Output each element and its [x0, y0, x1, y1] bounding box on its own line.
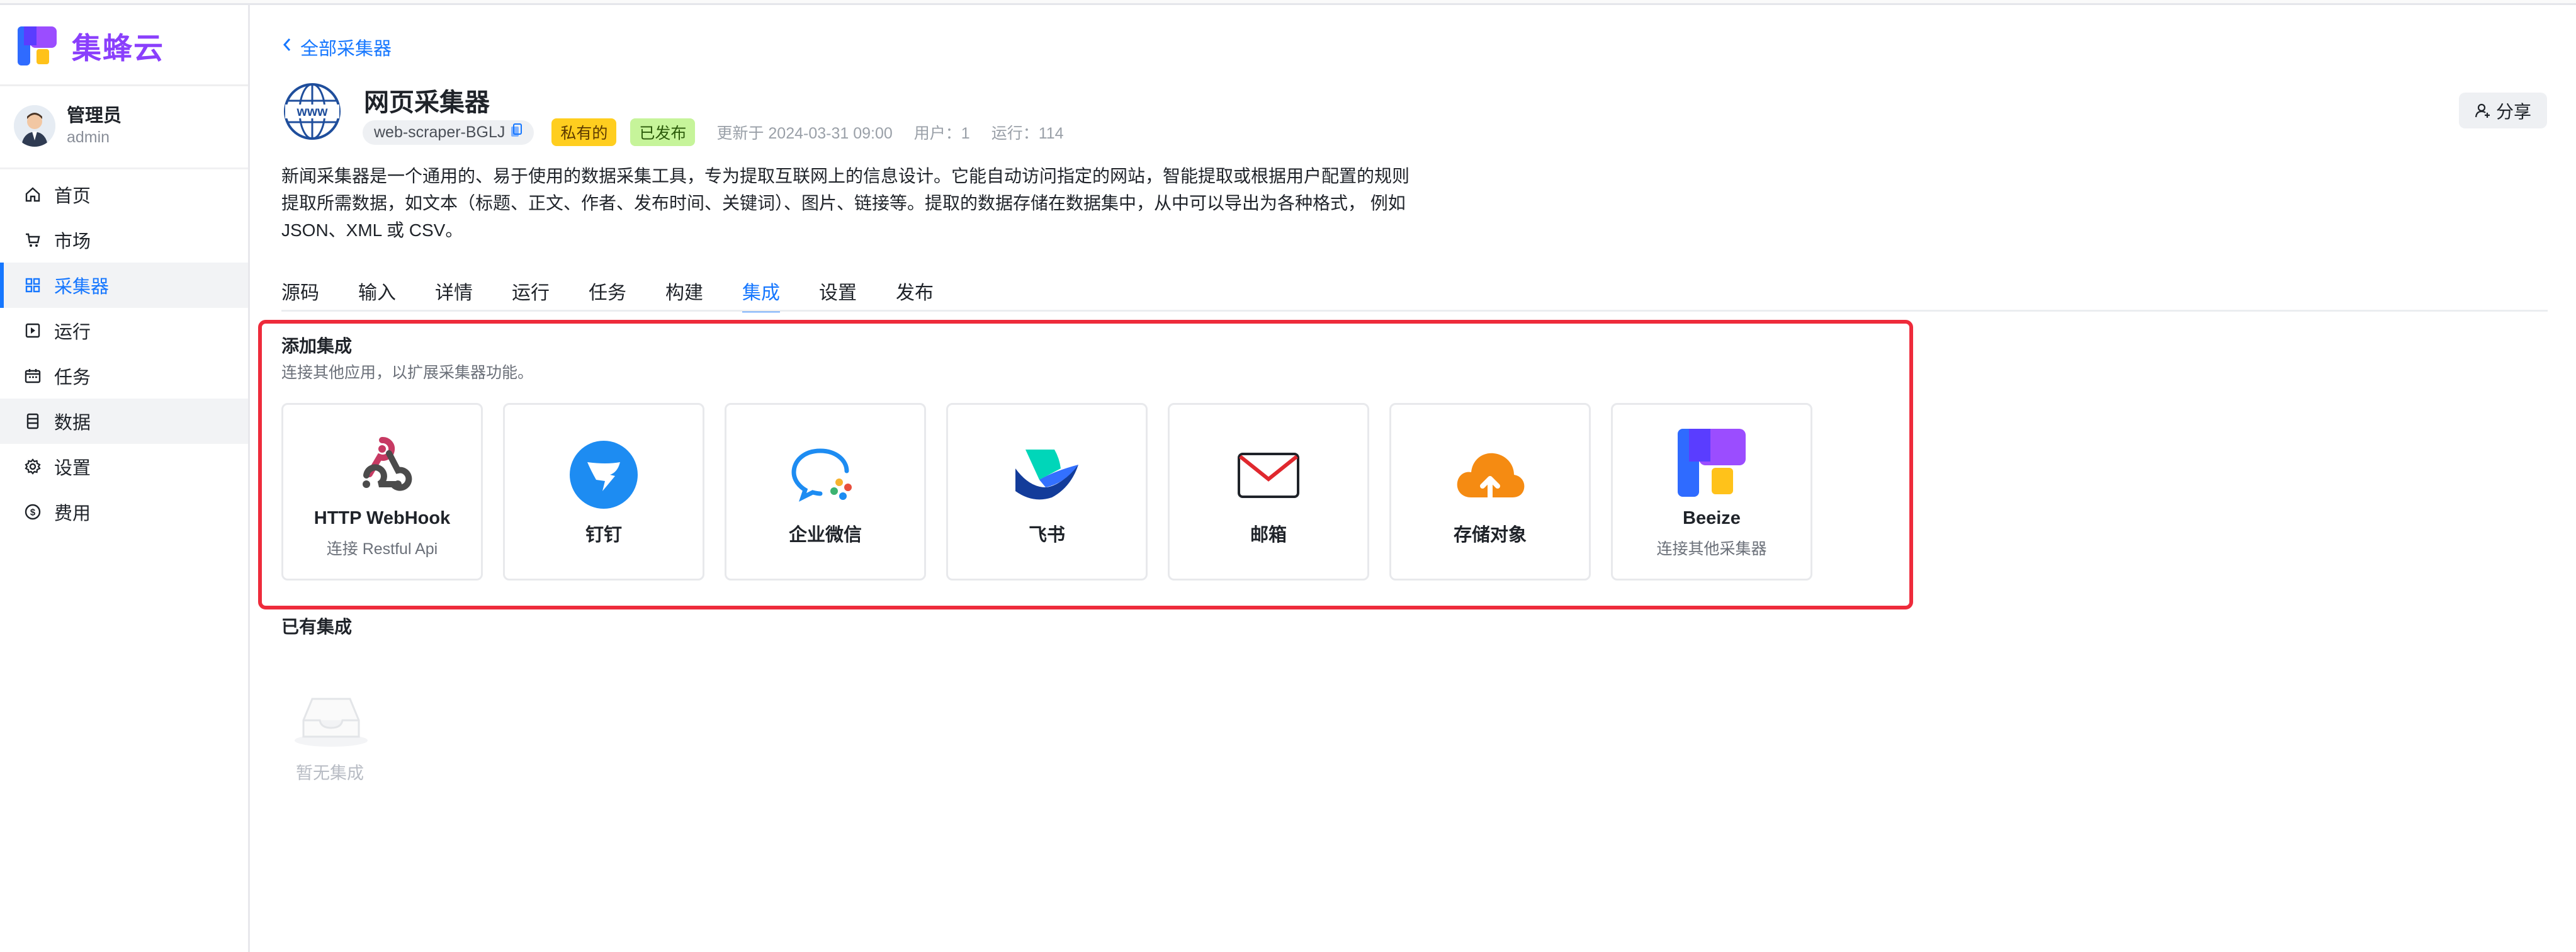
integration-card-mail[interactable]: 邮箱 [1168, 403, 1369, 581]
integration-name: Beeize [1683, 507, 1741, 528]
page-title: 网页采集器 [364, 89, 490, 116]
scraper-id: web-scraper-BGLJ [374, 123, 506, 141]
integration-name: 飞书 [1028, 525, 1065, 545]
sidebar-item-scrapers[interactable]: 采集器 [0, 263, 248, 308]
updated-time: 更新于 2024-03-31 09:00 [716, 125, 893, 142]
sidebar-item-market[interactable]: 市场 [0, 217, 248, 263]
scraper-description: 新闻采集器是一个通用的、易于使用的数据采集工具，专为提取互联网上的信息设计。它能… [281, 166, 1410, 240]
feishu-icon [1015, 450, 1078, 500]
existing-integrations-title: 已有集成 [281, 617, 353, 637]
copy-icon[interactable] [510, 123, 523, 142]
grid-icon [23, 275, 43, 295]
add-integration-title: 添加集成 [281, 336, 353, 356]
divider [0, 167, 248, 169]
integration-card-feishu[interactable]: 飞书 [946, 403, 1148, 581]
sidebar-item-label: 运行 [54, 322, 91, 343]
add-integration-subtitle: 连接其他应用，以扩展采集器功能。 [281, 364, 534, 382]
svg-text:$: $ [30, 507, 36, 518]
avatar [14, 105, 55, 147]
calendar-icon [23, 366, 43, 386]
integration-card-webhook[interactable]: HTTP WebHook 连接 Restful Api [281, 403, 483, 581]
www-globe-icon: www [284, 83, 341, 140]
cart-icon [23, 230, 43, 250]
sidebar-item-label: 任务 [54, 368, 91, 388]
sidebar-item-label: 市场 [54, 232, 91, 252]
integration-sub: 连接其他采集器 [1656, 540, 1767, 558]
tab-publish[interactable]: 发布 [896, 277, 934, 312]
sidebar-item-label: 采集器 [54, 277, 110, 297]
gear-icon [23, 456, 43, 477]
beeize-icon [1678, 428, 1746, 497]
window-top-border [0, 0, 2576, 5]
brand[interactable]: 集蜂云 [16, 24, 164, 67]
beeize-logo-icon [18, 26, 57, 65]
meta-row: web-scraper-BGLJ 私有的 已发布 更新于 2024-03-31 … [363, 118, 1064, 146]
scraper-id-tag[interactable]: web-scraper-BGLJ [363, 120, 534, 145]
integration-card-dingtalk[interactable]: 钉钉 [503, 403, 704, 581]
integration-name: HTTP WebHook [314, 507, 451, 528]
sidebar-nav: 首页 市场 采集器 运行 任务 数据 设置 $ 费用 [0, 172, 248, 535]
mail-icon [1238, 453, 1299, 498]
integration-card-wecom[interactable]: 企业微信 [725, 403, 926, 581]
integration-card-beeize[interactable]: Beeize 连接其他采集器 [1611, 403, 1812, 581]
share-button[interactable]: 分享 [2459, 93, 2547, 128]
tab-builds[interactable]: 构建 [665, 277, 703, 312]
play-box-icon [23, 320, 43, 341]
tab-input[interactable]: 输入 [358, 277, 396, 312]
run-count: 运行：114 [991, 125, 1064, 142]
integration-name: 企业微信 [788, 525, 862, 545]
sidebar-item-billing[interactable]: $ 费用 [0, 489, 248, 535]
published-badge: 已发布 [630, 118, 696, 146]
tab-source[interactable]: 源码 [281, 277, 319, 312]
tab-runs[interactable]: 运行 [512, 277, 550, 312]
integration-sub: 连接 Restful Api [326, 540, 438, 558]
sidebar-item-label: 费用 [54, 504, 91, 524]
tab-settings[interactable]: 设置 [819, 277, 857, 312]
divider [0, 84, 248, 86]
dollar-icon: $ [23, 502, 43, 522]
svg-text:www: www [296, 105, 328, 119]
integration-card-storage[interactable]: 存储对象 [1389, 403, 1591, 581]
sidebar-item-label: 首页 [54, 186, 91, 207]
integration-name: 钉钉 [585, 525, 622, 545]
user-role: admin [67, 128, 110, 146]
sidebar: 集蜂云 管理员 admin 首页 市场 采集器 运行 任务 数据 设置 $ 费用 [0, 5, 250, 952]
dingtalk-icon [570, 441, 638, 509]
integration-name: 邮箱 [1250, 525, 1287, 545]
share-user-icon [2475, 103, 2491, 119]
home-icon [23, 184, 43, 205]
user-name: 管理员 [67, 106, 122, 126]
wecom-icon [791, 448, 852, 502]
database-icon [23, 411, 43, 431]
sidebar-item-tasks[interactable]: 任务 [0, 353, 248, 399]
tab-details[interactable]: 详情 [435, 277, 473, 312]
back-link-label: 全部采集器 [300, 39, 392, 59]
tab-divider [281, 310, 2548, 312]
empty-state-text: 暂无集成 [296, 764, 364, 783]
sidebar-item-label: 设置 [54, 458, 91, 479]
tab-bar: 源码 输入 详情 运行 任务 构建 集成 设置 发布 [281, 277, 973, 312]
tab-integrations[interactable]: 集成 [742, 277, 780, 312]
tab-tasks[interactable]: 任务 [589, 277, 626, 312]
integration-name: 存储对象 [1453, 525, 1527, 545]
sidebar-item-runs[interactable]: 运行 [0, 308, 248, 353]
empty-inbox-icon [295, 698, 368, 747]
sidebar-item-settings[interactable]: 设置 [0, 444, 248, 489]
sidebar-item-home[interactable]: 首页 [0, 172, 248, 217]
back-link[interactable]: 全部采集器 [281, 34, 392, 60]
user-profile[interactable]: 管理员 admin [14, 105, 121, 147]
sidebar-item-data[interactable]: 数据 [0, 399, 248, 444]
private-badge: 私有的 [551, 118, 617, 146]
brand-name: 集蜂云 [72, 31, 164, 65]
cloud-upload-icon [1457, 453, 1525, 500]
webhook-icon [363, 436, 412, 491]
sidebar-item-label: 数据 [54, 413, 91, 433]
share-label: 分享 [2495, 101, 2531, 122]
user-count: 用户：1 [913, 125, 970, 142]
integration-cards: HTTP WebHook 连接 Restful Api 钉钉 企业微信 飞书 邮… [281, 403, 1833, 581]
chevron-left-icon [281, 37, 293, 58]
